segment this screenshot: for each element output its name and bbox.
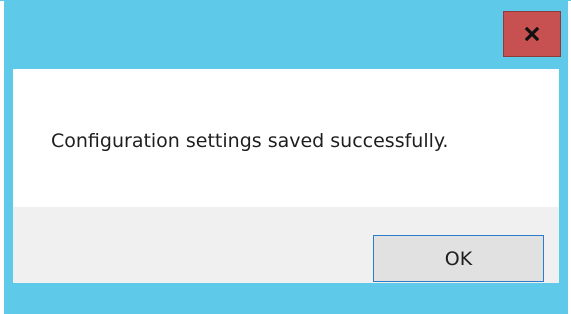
dialog-window: Configuration settings saved successfull… bbox=[0, 0, 571, 314]
dialog-message: Configuration settings saved successfull… bbox=[51, 130, 449, 152]
title-bar[interactable] bbox=[4, 1, 568, 69]
window-bottom-frame bbox=[4, 283, 568, 314]
ok-button[interactable]: OK bbox=[373, 235, 544, 282]
message-area: Configuration settings saved successfull… bbox=[13, 69, 559, 207]
close-button[interactable] bbox=[503, 11, 561, 57]
button-area: OK bbox=[13, 207, 559, 283]
close-icon bbox=[525, 27, 539, 41]
